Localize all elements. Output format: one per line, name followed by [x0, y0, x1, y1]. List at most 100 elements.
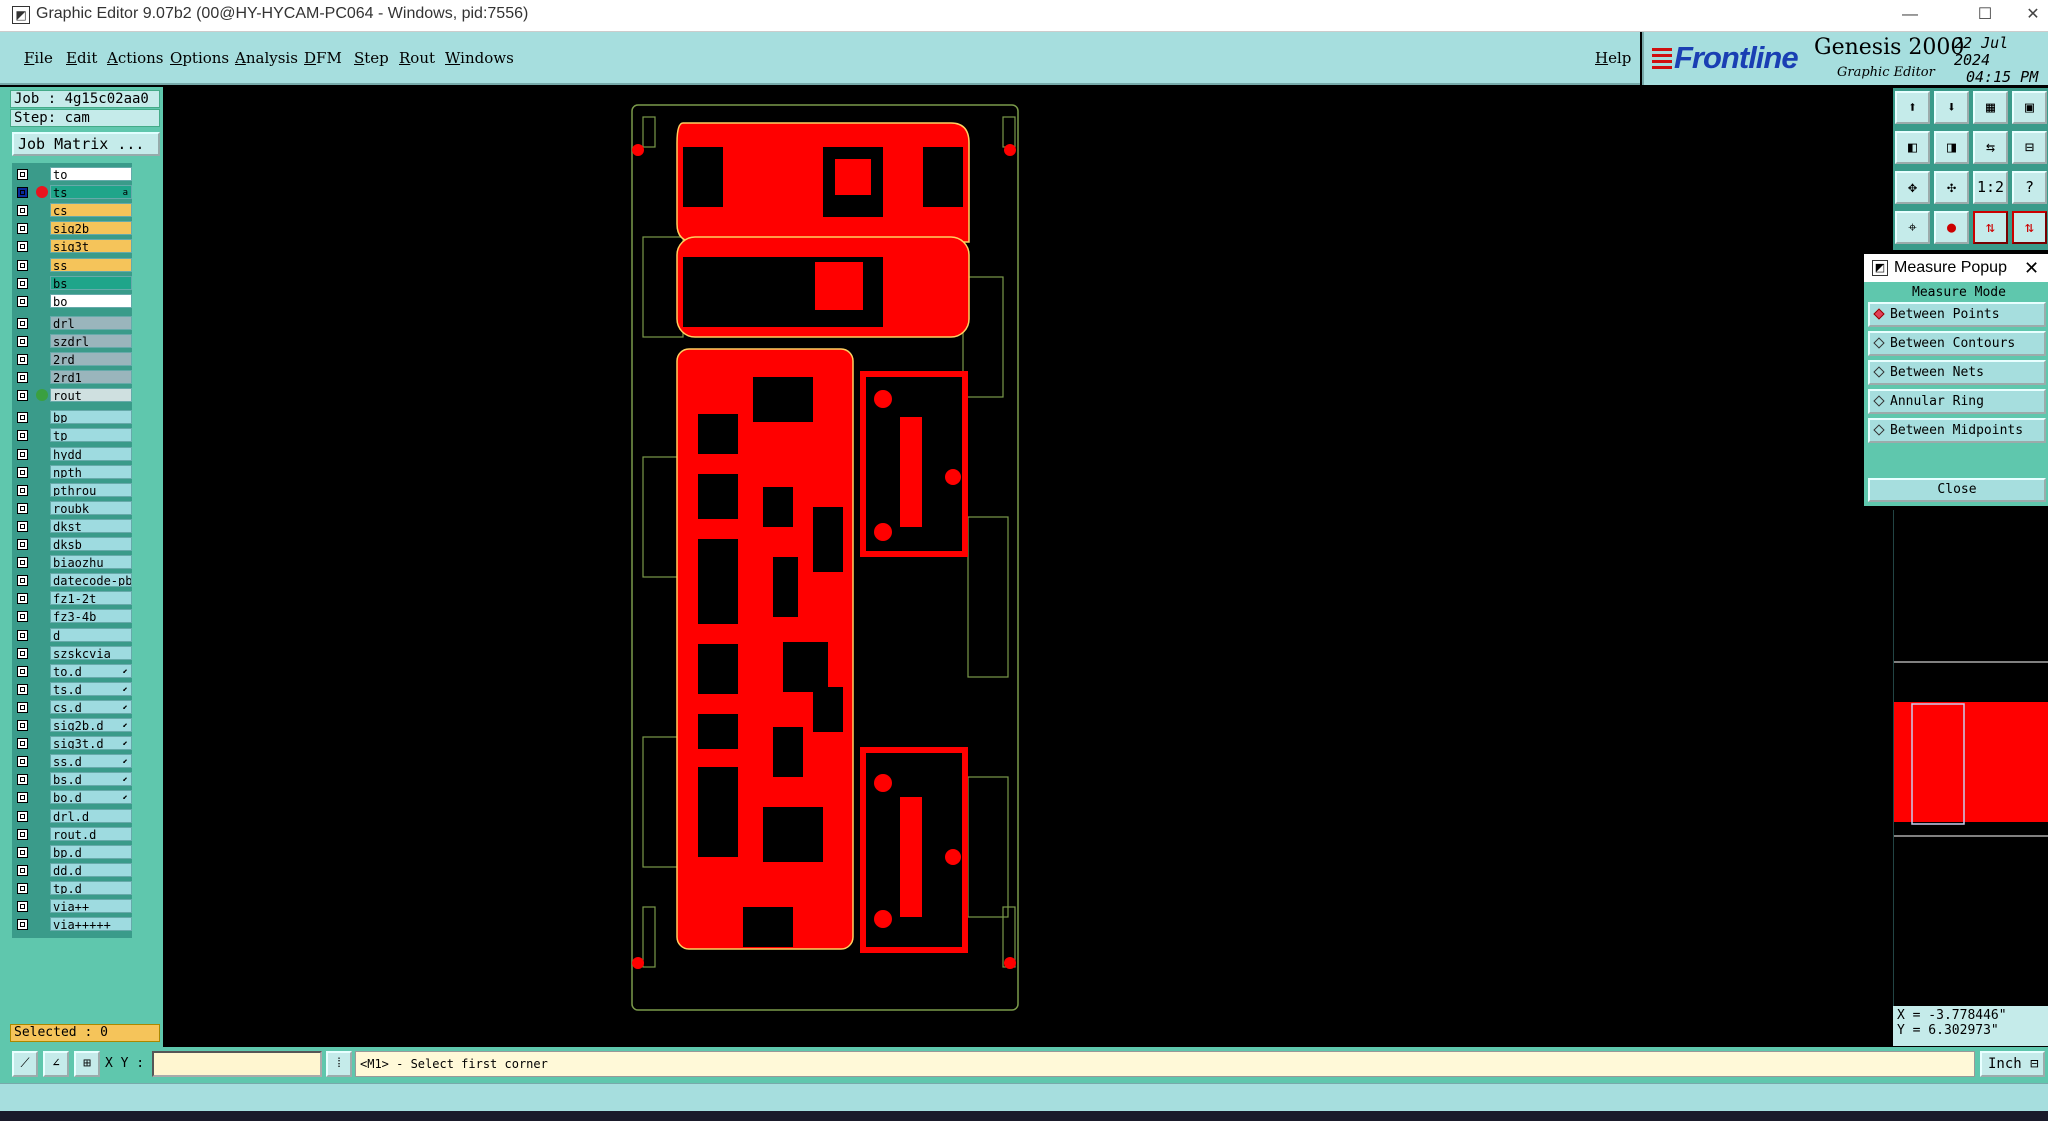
measure-icon[interactable]: ● — [1934, 211, 1969, 244]
layer-row-to-d[interactable]: to.d ⬋ — [14, 663, 132, 678]
layer-checkbox[interactable] — [17, 259, 28, 271]
layer-row-szdrl[interactable]: szdrl — [14, 333, 132, 348]
option-annular-ring[interactable]: Annular Ring — [1868, 389, 2046, 414]
layer-checkbox[interactable] — [17, 882, 28, 894]
layer-row-fz1-2t[interactable]: fz1-2t — [14, 591, 132, 606]
units-button[interactable]: Inch ⊟ — [1980, 1051, 2045, 1077]
layer-name[interactable]: cs.d ⬋ — [50, 699, 132, 714]
layer-name[interactable]: rout — [50, 388, 132, 403]
layer-name[interactable]: rout.d — [50, 826, 132, 841]
layer-name[interactable]: to — [50, 167, 132, 181]
layer-row-via-[interactable]: via+++++ — [14, 917, 132, 932]
layer-row-szskcvia[interactable]: szskcvia — [14, 645, 132, 660]
layer-name[interactable]: bs.d ⬋ — [50, 772, 132, 787]
layer-row-ts-d[interactable]: ts.d ⬋ — [14, 681, 132, 696]
layer-name[interactable]: tp.d — [50, 880, 132, 895]
layer-name[interactable]: sig2b.d ⬋ — [50, 718, 132, 732]
job-matrix-button[interactable]: Job Matrix ... — [12, 132, 160, 156]
layer-row-ts[interactable]: ts a — [14, 185, 132, 200]
maximize-button[interactable]: ☐ — [1965, 2, 2005, 28]
layer-row-fz3-4b[interactable]: fz3-4b — [14, 609, 132, 624]
layer-compare-alt-icon[interactable]: ⇅ — [2012, 211, 2047, 244]
layer-row-via-[interactable]: via++ — [14, 899, 132, 913]
layer-name[interactable]: 2rd — [50, 352, 132, 366]
layer-name[interactable]: dd.d — [50, 862, 132, 877]
layer-name[interactable]: fz1-2t — [50, 591, 132, 606]
layer-checkbox[interactable] — [17, 810, 28, 822]
layer-row-dksb[interactable]: dksb — [14, 537, 132, 551]
swap-icon[interactable]: ⇆ — [1973, 131, 2008, 164]
layer-row-to[interactable]: to — [14, 167, 132, 181]
layer-checkbox[interactable] — [17, 205, 28, 217]
layer-name[interactable]: npth — [50, 464, 132, 479]
option-between-points[interactable]: Between Points — [1868, 302, 2046, 327]
layer-row-roubk[interactable]: roubk — [14, 500, 132, 515]
layer-row-2rd[interactable]: 2rd — [14, 352, 132, 366]
layer-row-biaozhu[interactable]: biaozhu — [14, 555, 132, 570]
layer-name[interactable]: bp — [50, 410, 132, 425]
home-down-icon[interactable]: ⬇ — [1934, 91, 1969, 124]
layer-name[interactable]: sig3t.d ⬋ — [50, 736, 132, 751]
layer-checkbox[interactable] — [17, 390, 28, 402]
layer-checkbox[interactable] — [17, 430, 28, 442]
layer-checkbox[interactable] — [17, 665, 28, 677]
layer-checkbox[interactable] — [17, 335, 28, 347]
layer-row-sig2b[interactable]: sig2b — [14, 221, 132, 236]
layer-row-dkst[interactable]: dkst — [14, 518, 132, 533]
layer-compare-icon[interactable]: ⇅ — [1973, 211, 2008, 244]
layer-name[interactable]: ts a — [50, 185, 132, 200]
layer-name[interactable]: pthrou — [50, 482, 132, 497]
layer-row-tp[interactable]: tp — [14, 428, 132, 443]
menu-help[interactable]: Help — [1595, 49, 1631, 67]
grid-icon[interactable]: ▦ — [1973, 91, 2008, 124]
layer-name[interactable]: biaozhu — [50, 555, 132, 570]
close-window-button[interactable]: ✕ — [2018, 2, 2048, 28]
layer-name[interactable]: drl.d — [50, 808, 132, 823]
layer-checkbox[interactable] — [17, 683, 28, 695]
layer-name[interactable]: szskcvia — [50, 645, 132, 660]
layer-checkbox[interactable] — [17, 828, 28, 840]
window-icon[interactable]: ▣ — [2012, 91, 2047, 124]
layer-name[interactable]: sig2b — [50, 221, 132, 236]
layer-name[interactable]: cs — [50, 203, 132, 218]
layer-checkbox[interactable] — [17, 738, 28, 750]
layer-checkbox[interactable] — [17, 484, 28, 496]
layer-name[interactable]: ts.d ⬋ — [50, 681, 132, 696]
layer-row-drl-d[interactable]: drl.d — [14, 808, 132, 823]
menu-file[interactable]: File — [24, 49, 53, 67]
menu-windows[interactable]: Windows — [445, 49, 514, 67]
layer-checkbox[interactable] — [17, 557, 28, 569]
layer-checkbox[interactable] — [17, 864, 28, 876]
layer-row-pthrou[interactable]: pthrou — [14, 482, 132, 497]
cursor-info-icon[interactable]: ⁞ — [326, 1051, 352, 1077]
menu-rout[interactable]: Rout — [399, 49, 435, 67]
layer-checkbox[interactable] — [17, 647, 28, 659]
layer-name[interactable]: datecode-pbe — [50, 573, 132, 588]
layer-checkbox[interactable] — [17, 448, 28, 460]
overview-window[interactable] — [1893, 510, 2048, 1006]
layer-checkbox[interactable] — [17, 412, 28, 424]
layer-row-cs[interactable]: cs — [14, 203, 132, 218]
layer-checkbox[interactable] — [17, 792, 28, 804]
layer-row-bs[interactable]: bs — [14, 275, 132, 290]
layer-checkbox[interactable] — [17, 187, 28, 199]
layer-row-ss[interactable]: ss — [14, 257, 132, 272]
layer-name[interactable]: tp — [50, 428, 132, 443]
menu-options[interactable]: Options — [170, 49, 229, 67]
layer-row-rout[interactable]: rout — [14, 388, 132, 403]
layer-checkbox[interactable] — [17, 317, 28, 329]
layer-row-bo-d[interactable]: bo.d ⬋ — [14, 790, 132, 805]
layer-row-hydd[interactable]: hydd — [14, 446, 132, 461]
option-between-contours[interactable]: Between Contours — [1868, 331, 2046, 356]
fit-profile-icon[interactable]: ✣ — [1934, 171, 1969, 204]
layer-name[interactable]: bp.d — [50, 844, 132, 859]
layer-checkbox[interactable] — [17, 629, 28, 641]
layer-name[interactable]: ss.d ⬋ — [50, 754, 132, 769]
layer-row-bp[interactable]: bp — [14, 410, 132, 425]
help-icon[interactable]: ? — [2012, 171, 2047, 204]
layer-name[interactable]: hydd — [50, 446, 132, 461]
menu-dfm[interactable]: DFM — [304, 49, 342, 67]
layer-row-sig3t-d[interactable]: sig3t.d ⬋ — [14, 736, 132, 751]
home-up-icon[interactable]: ⬆ — [1895, 91, 1930, 124]
xy-input[interactable] — [152, 1051, 322, 1077]
